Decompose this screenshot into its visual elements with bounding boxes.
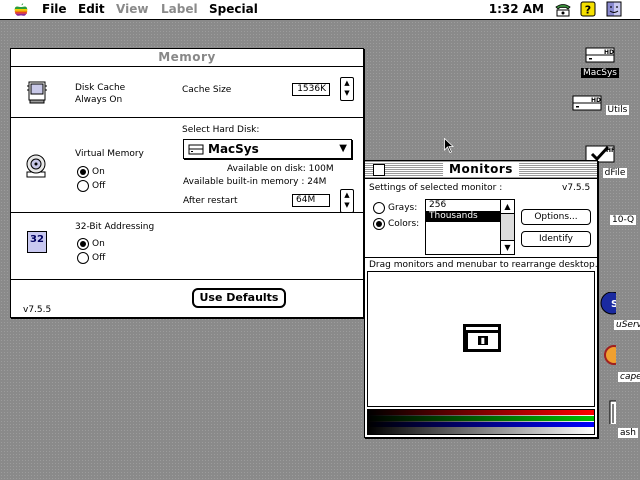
scroll-up-icon[interactable]: ▲ [501,200,514,214]
hard-disk-icon: HD [572,95,602,111]
menu-edit[interactable]: Edit [78,2,105,16]
after-restart-label: After restart [183,196,238,206]
disk-cache-section: Disk Cache Always On Cache Size 1536K ▲ … [11,67,363,118]
cache-size-label: Cache Size [182,85,232,95]
after-restart-stepper[interactable]: ▲ ▼ [340,189,354,213]
menubar-strip[interactable] [466,327,498,330]
disk-cache-always-on: Always On [75,95,123,105]
svg-text:S: S [611,299,616,310]
hard-disk-popup-value: MacSys [208,142,259,156]
addressing-off-label: Off [92,253,106,263]
color-ramp [367,409,595,435]
options-button[interactable]: Options... [521,209,591,225]
available-on-disk: Available on disk: 100M [227,164,334,174]
monitor-icon[interactable]: ▮ [463,324,501,352]
identify-button[interactable]: Identify [521,231,591,247]
menu-special[interactable]: Special [209,2,258,16]
apple-menu-icon[interactable] [14,2,28,16]
depth-option-256[interactable]: 256 [426,200,500,211]
menubar-clock[interactable]: 1:32 AM [489,2,544,16]
stepper-down-icon[interactable]: ▼ [341,89,353,98]
memory-version: v7.5.5 [23,305,52,315]
menu-bar: File Edit View Label Special 1:32 AM ? [0,0,640,20]
grays-radio[interactable] [373,202,385,214]
settings-label: Settings of selected monitor : [369,183,503,193]
monitors-window: Monitors Settings of selected monitor : … [364,160,598,438]
svg-text:HD: HD [604,49,614,56]
desktop-icon-macsys[interactable]: HD MacSys [570,40,630,78]
divider [365,257,597,258]
after-restart-field[interactable]: 64M [292,194,330,207]
addressing-label: 32-Bit Addressing [75,222,155,232]
depth-list-scrollbar[interactable]: ▲ ▼ [500,200,514,254]
virtual-memory-icon [26,154,46,178]
monitor-arrangement-area[interactable]: ▮ [367,271,595,407]
drag-hint: Drag monitors and menubar to rearrange d… [369,260,598,270]
menu-label[interactable]: Label [161,2,198,16]
cache-size-stepper[interactable]: ▲ ▼ [340,77,354,101]
chip-icon [27,81,47,104]
popup-triangle-icon: ▼ [339,143,347,154]
menu-file[interactable]: File [42,2,67,16]
desktop-icon-label: ash [618,428,638,438]
hard-disk-popup[interactable]: MacSys ▼ [183,139,352,159]
grays-label: Grays: [388,203,418,213]
vm-on-label: On [92,167,105,177]
memory-title-bar[interactable]: Memory [11,49,363,67]
desktop-icon-label: cape [618,372,640,382]
close-box-icon[interactable] [373,164,385,176]
desktop-icon-label: uServe [614,320,640,330]
monitors-version: v7.5.5 [562,183,591,193]
desktop-icon-utils[interactable]: HD Utils [570,88,630,115]
scroll-down-icon[interactable]: ▼ [501,240,514,254]
phone-icon[interactable] [555,1,571,17]
addressing-off-radio[interactable] [77,252,89,264]
svg-text:HD: HD [591,97,601,104]
virtual-memory-label: Virtual Memory [75,149,144,159]
stepper-up-icon[interactable]: ▲ [341,79,353,88]
depth-option-thousands[interactable]: Thousands [426,211,500,222]
use-defaults-button[interactable]: Use Defaults [192,288,286,308]
cache-size-field[interactable]: 1536K [292,83,330,96]
addressing-section: 32 32-Bit Addressing On Off [11,213,363,280]
stepper-down-icon[interactable]: ▼ [341,201,353,210]
monitor-screen: ▮ [468,333,498,349]
stepper-up-icon[interactable]: ▲ [341,191,353,200]
hard-disk-small-icon [188,144,204,155]
desktop-icon-label: Utils [605,105,630,115]
available-built-in-memory: Available built-in memory : 24M [183,177,327,187]
window-title: Monitors [443,162,519,176]
disk-cache-label: Disk Cache [75,83,126,93]
virtual-memory-section: Virtual Memory On Off Select Hard Disk: … [11,118,363,213]
svg-text:?: ? [585,4,591,17]
memory-window: Memory Disk Cache Always On Cache Size 1… [10,48,364,318]
mouse-cursor-icon [444,138,454,154]
color-depth-list[interactable]: 256 Thousands ▲ ▼ [425,199,515,255]
desktop-icon-label: MacSys [581,68,619,78]
desktop-icon-label: dFile [602,168,628,178]
addressing-32-icon: 32 [27,231,47,253]
addressing-on-label: On [92,239,105,249]
help-icon[interactable]: ? [580,1,596,17]
hard-disk-icon: HD [585,47,615,63]
vm-on-radio[interactable] [77,166,89,178]
menu-view[interactable]: View [116,2,148,16]
monitors-title-bar[interactable]: Monitors [365,161,597,179]
colors-radio[interactable] [373,218,385,230]
svg-text:HF: HF [606,147,615,154]
finder-icon[interactable] [606,1,622,17]
addressing-on-radio[interactable] [77,238,89,250]
vm-off-radio[interactable] [77,180,89,192]
vm-off-label: Off [92,181,106,191]
monitor-number-icon: ▮ [478,336,488,345]
select-hard-disk-label: Select Hard Disk: [182,125,260,135]
desktop-icon-label: 10-Q [610,215,637,225]
colors-label: Colors: [388,219,420,229]
window-title: Memory [152,50,222,64]
